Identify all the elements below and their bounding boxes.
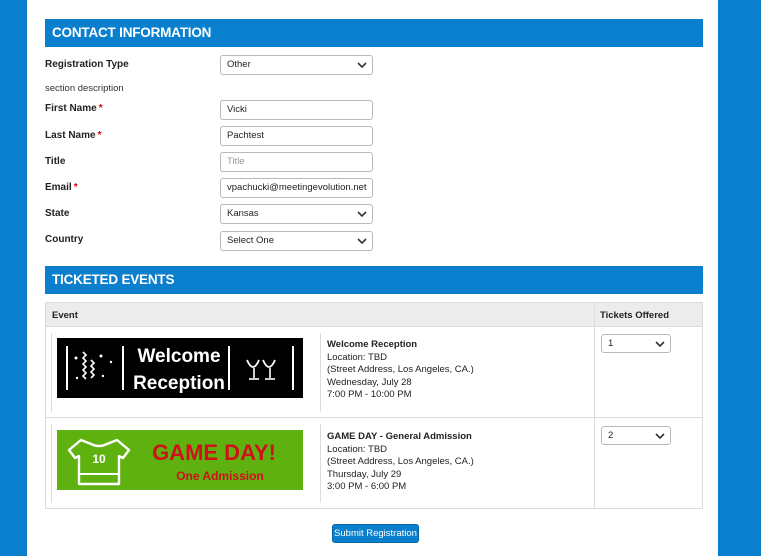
game-day-banner: 10 GAME DAY! One Admission <box>57 430 303 490</box>
chevron-down-icon <box>357 62 367 69</box>
chevron-down-icon <box>357 238 367 245</box>
welcome-reception-banner: Welcome Reception <box>57 338 303 398</box>
submit-registration-button[interactable]: Submit Registration <box>332 524 419 543</box>
email-field[interactable]: vpachucki@meetingevolution.net <box>220 178 373 198</box>
column-header-event: Event <box>52 310 78 321</box>
event-time: 3:00 PM - 6:00 PM <box>327 481 407 492</box>
jersey-number: 10 <box>92 452 106 466</box>
table-header-row: Event Tickets Offered <box>46 303 702 327</box>
first-name-label: First Name * <box>45 103 103 114</box>
email-label: Email * <box>45 182 78 193</box>
registration-type-value: Other <box>227 59 251 70</box>
first-name-field[interactable]: Vicki <box>220 100 373 120</box>
ticketed-events-header: TICKETED EVENTS <box>45 266 703 294</box>
event-date: Wednesday, July 28 <box>327 376 412 388</box>
event-date: Thursday, July 29 <box>327 468 402 480</box>
event-details: Welcome Reception Location: TBD (Street … <box>327 339 474 402</box>
column-divider <box>594 327 595 418</box>
chevron-down-icon <box>655 433 665 440</box>
column-divider <box>594 418 595 509</box>
registration-type-label: Registration Type <box>45 59 129 70</box>
event-location: Location: TBD <box>327 351 388 363</box>
banner-line-1: Welcome <box>137 346 220 367</box>
country-value: Select One <box>227 235 274 246</box>
section-description: section description <box>45 83 124 94</box>
country-label: Country <box>45 234 84 245</box>
title-label: Title <box>45 156 66 167</box>
event-details: GAME DAY - General Admission Location: T… <box>327 431 474 494</box>
row-divider <box>51 333 52 412</box>
registration-type-select[interactable]: Other <box>220 55 373 75</box>
required-marker: * <box>73 182 78 193</box>
required-marker: * <box>97 130 102 141</box>
table-row: Welcome Reception Welcome Reception Loca… <box>46 327 702 418</box>
state-label: State <box>45 208 70 219</box>
event-title: GAME DAY - General Admission <box>327 431 472 442</box>
state-select[interactable]: Kansas <box>220 204 373 224</box>
required-marker: * <box>98 103 103 114</box>
row-divider <box>320 333 321 412</box>
event-time: 7:00 PM - 10:00 PM <box>327 389 412 400</box>
banner-line-1: GAME DAY! <box>152 440 276 465</box>
row-divider <box>320 424 321 503</box>
country-select[interactable]: Select One <box>220 231 373 251</box>
event-title: Welcome Reception <box>327 339 418 350</box>
tickets-select[interactable]: 1 <box>601 334 671 353</box>
banner-line-2: Reception <box>133 373 225 394</box>
chevron-down-icon <box>357 211 367 218</box>
event-address: (Street Address, Los Angeles, CA.) <box>327 456 474 467</box>
column-divider <box>594 303 595 327</box>
event-location: Location: TBD <box>327 443 388 455</box>
last-name-label: Last Name * <box>45 130 102 141</box>
row-divider <box>51 424 52 503</box>
title-field[interactable]: Title <box>220 152 373 172</box>
tickets-select[interactable]: 2 <box>601 426 671 445</box>
banner-line-2: One Admission <box>176 469 264 483</box>
last-name-field[interactable]: Pachtest <box>220 126 373 146</box>
registration-panel: CONTACT INFORMATION Registration Type Ot… <box>27 0 718 556</box>
column-header-tickets: Tickets Offered <box>600 310 669 321</box>
table-row: 10 GAME DAY! One Admission GAME DAY - Ge… <box>46 418 702 509</box>
ticketed-events-table: Event Tickets Offered Welcome Reception … <box>45 302 703 509</box>
contact-information-header: CONTACT INFORMATION <box>45 19 703 47</box>
state-value: Kansas <box>227 208 259 219</box>
chevron-down-icon <box>655 341 665 348</box>
event-address: (Street Address, Los Angeles, CA.) <box>327 364 474 375</box>
